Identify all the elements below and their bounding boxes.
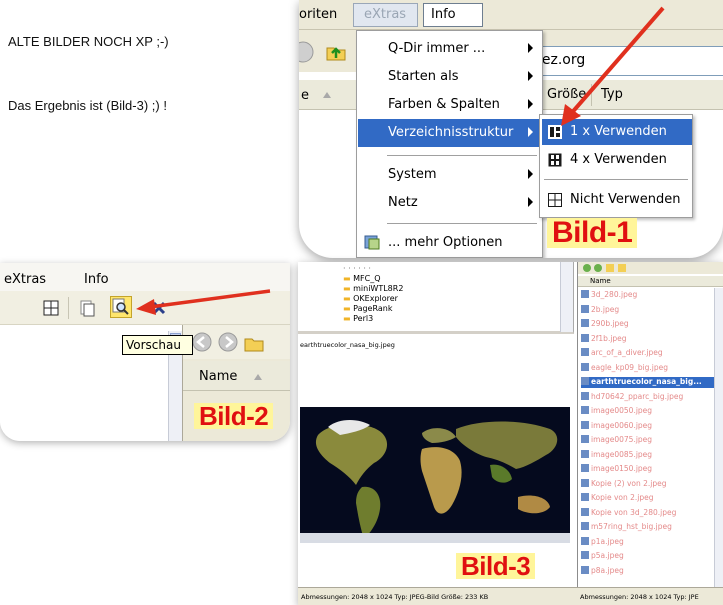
tree-row[interactable]: ▬ miniWTL8R2 bbox=[343, 284, 403, 293]
list-item[interactable]: image0060.jpeg bbox=[581, 420, 653, 432]
image-file-icon bbox=[581, 522, 589, 530]
image-file-icon bbox=[581, 420, 589, 429]
file-name: image0150.jpeg bbox=[591, 464, 653, 473]
nav-buttons-icon[interactable] bbox=[582, 263, 642, 273]
screenshot-bild-3: · · · · · · ▬ MFC_Q ▬ miniWTL8R2 ▬ OKExp… bbox=[298, 262, 723, 605]
list-item[interactable]: hd70642_pparc_big.jpeg bbox=[581, 391, 684, 403]
file-name: arc_of_a_diver.jpeg bbox=[591, 348, 663, 357]
list-item[interactable]: 3d_280.jpeg bbox=[581, 290, 637, 301]
image-file-icon bbox=[581, 507, 589, 516]
image-file-icon bbox=[581, 536, 589, 545]
file-name: p1a.jpeg bbox=[591, 536, 624, 546]
list-item[interactable]: earthtruecolor_nasa_big... bbox=[581, 377, 716, 388]
list-item[interactable]: image0075.jpeg bbox=[581, 435, 652, 446]
earth-map-image bbox=[300, 407, 570, 543]
folder-tree: · · · · · · ▬ MFC_Q ▬ miniWTL8R2 ▬ OKExp… bbox=[298, 262, 574, 334]
tree-row[interactable]: ▬ PageRank bbox=[343, 304, 392, 313]
bild-2-label: Bild-2 bbox=[194, 403, 274, 429]
file-name: hd70642_pparc_big.jpeg bbox=[591, 391, 684, 401]
image-file-icon bbox=[581, 333, 589, 342]
tree-row-partial: · · · · · · bbox=[343, 264, 371, 273]
list-item[interactable]: eagle_kp09_big.jpeg bbox=[581, 362, 669, 374]
annotation-arrow bbox=[561, 6, 665, 126]
file-name: image0085.jpeg bbox=[591, 449, 653, 459]
screenshot-bild-2: eXtras Info Name Vorschau Bild-2 bbox=[0, 263, 290, 441]
list-item[interactable]: Kopie (2) von 2.jpeg bbox=[581, 478, 667, 490]
list-scrollbar[interactable] bbox=[714, 288, 723, 587]
file-name: eagle_kp09_big.jpeg bbox=[591, 362, 669, 372]
list-item[interactable]: image0050.jpeg bbox=[581, 406, 652, 417]
file-name: image0075.jpeg bbox=[591, 435, 653, 444]
file-name: 2f1b.jpeg bbox=[591, 333, 627, 343]
tree-label: MFC_Q bbox=[353, 274, 381, 283]
tree-row[interactable]: ▬ MFC_Q bbox=[343, 274, 381, 283]
image-file-icon bbox=[581, 348, 589, 356]
file-list: Name 3d_280.jpeg 2b.jpeg 290b.jpeg 2f1b.jpe… bbox=[577, 262, 723, 587]
file-name: 290b.jpeg bbox=[591, 319, 629, 328]
image-file-icon bbox=[581, 435, 589, 443]
image-file-icon bbox=[581, 565, 589, 574]
tree-scrollbar[interactable] bbox=[560, 262, 573, 332]
list-item[interactable]: 2b.jpeg bbox=[581, 304, 620, 316]
preview-caption: earthtruecolor_nasa_big.jpeg bbox=[300, 341, 395, 349]
image-file-icon bbox=[581, 464, 589, 472]
image-file-icon bbox=[581, 449, 589, 458]
status-right: Abmessungen: 2048 x 1024 Typ: JPE bbox=[580, 593, 699, 601]
file-name: Kopie von 2.jpeg bbox=[591, 493, 654, 502]
file-name: p8a.jpeg bbox=[591, 565, 624, 575]
image-file-icon bbox=[581, 551, 589, 559]
list-item[interactable]: arc_of_a_diver.jpeg bbox=[581, 348, 663, 359]
file-name: image0060.jpeg bbox=[591, 420, 653, 430]
intro-result-text: Das Ergebnis ist (Bild-3) ;) ! bbox=[8, 98, 167, 113]
image-file-icon bbox=[581, 319, 589, 327]
list-item[interactable]: 290b.jpeg bbox=[581, 319, 629, 330]
bild-1-label: Bild-1 bbox=[547, 218, 638, 248]
file-name: 3d_280.jpeg bbox=[591, 290, 638, 299]
tree-label: PageRank bbox=[353, 304, 393, 313]
intro-heading: ALTE BILDER NOCH XP ;-) bbox=[8, 34, 169, 49]
status-left: Abmessungen: 2048 x 1024 Typ: JPEG-Bild … bbox=[301, 593, 489, 601]
list-item[interactable]: m57ring_hst_big.jpeg bbox=[581, 522, 672, 533]
file-name: m57ring_hst_big.jpeg bbox=[591, 522, 672, 531]
list-column-name: Name bbox=[590, 277, 611, 285]
tree-row[interactable]: ▬ Perl3 bbox=[343, 314, 373, 323]
image-file-icon bbox=[581, 377, 589, 385]
tree-row[interactable]: ▬ OKExplorer bbox=[343, 294, 398, 303]
list-item[interactable]: Kopie von 3d_280.jpeg bbox=[581, 507, 677, 519]
list-item[interactable]: image0150.jpeg bbox=[581, 464, 652, 475]
list-item[interactable]: p8a.jpeg bbox=[581, 565, 624, 577]
file-name: Kopie von 3d_280.jpeg bbox=[591, 507, 677, 517]
file-name: p5a.jpeg bbox=[591, 551, 624, 560]
list-item[interactable]: 2f1b.jpeg bbox=[581, 333, 627, 345]
image-file-icon bbox=[581, 406, 589, 414]
tree-label: Perl3 bbox=[353, 314, 374, 323]
tree-label: miniWTL8R2 bbox=[353, 284, 404, 293]
image-file-icon bbox=[581, 493, 589, 501]
file-name: Kopie (2) von 2.jpeg bbox=[591, 478, 667, 488]
list-column-header[interactable]: Name bbox=[578, 276, 723, 287]
bild-3-label: Bild-3 bbox=[456, 553, 536, 579]
image-file-icon bbox=[581, 478, 589, 487]
list-item[interactable]: Kopie von 2.jpeg bbox=[581, 493, 654, 504]
file-name: image0050.jpeg bbox=[591, 406, 653, 415]
list-item[interactable]: image0085.jpeg bbox=[581, 449, 653, 461]
image-file-icon bbox=[581, 290, 589, 298]
list-item[interactable]: p5a.jpeg bbox=[581, 551, 624, 562]
tree-label: OKExplorer bbox=[353, 294, 398, 303]
image-file-icon bbox=[581, 391, 589, 400]
list-toolbar bbox=[578, 262, 723, 274]
file-name: 2b.jpeg bbox=[591, 304, 620, 314]
screenshot-bild-1: oriten eXtras Info lez.org e Größe Typ Q… bbox=[299, 0, 723, 258]
file-name: earthtruecolor_nasa_big... bbox=[591, 377, 702, 386]
image-file-icon bbox=[581, 304, 589, 313]
image-preview: earthtruecolor_nasa_big.jpeg Bild-3 bbox=[298, 337, 574, 587]
image-file-icon bbox=[581, 362, 589, 371]
list-item[interactable]: p1a.jpeg bbox=[581, 536, 624, 548]
status-bar: Abmessungen: 2048 x 1024 Typ: JPEG-Bild … bbox=[298, 587, 723, 605]
